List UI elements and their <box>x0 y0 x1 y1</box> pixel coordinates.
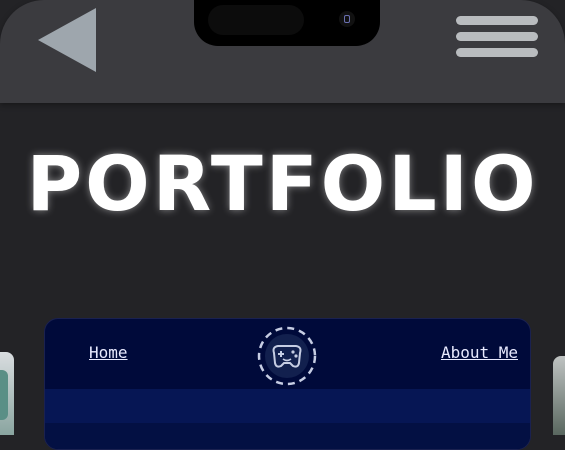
hamburger-menu-icon <box>456 16 538 25</box>
camera-icon <box>339 11 355 27</box>
preview-lower <box>45 423 530 449</box>
gamepad-logo-icon[interactable] <box>256 325 318 387</box>
nav-link-about[interactable]: About Me <box>441 343 518 362</box>
top-bar <box>0 0 565 103</box>
menu-button[interactable] <box>456 16 538 60</box>
notch-sensor <box>208 5 304 35</box>
portfolio-preview-card[interactable]: Home About Me <box>44 318 531 450</box>
hamburger-menu-icon <box>456 32 538 41</box>
hamburger-menu-icon <box>456 48 538 57</box>
phone-notch <box>194 0 380 46</box>
page-title: PORTFOLIO <box>26 139 539 228</box>
back-button[interactable] <box>34 6 100 74</box>
side-preview-right <box>553 356 565 435</box>
nav-link-home[interactable]: Home <box>89 343 128 362</box>
preview-band <box>45 389 530 423</box>
side-preview-left <box>0 352 14 435</box>
back-triangle-icon <box>38 8 96 72</box>
